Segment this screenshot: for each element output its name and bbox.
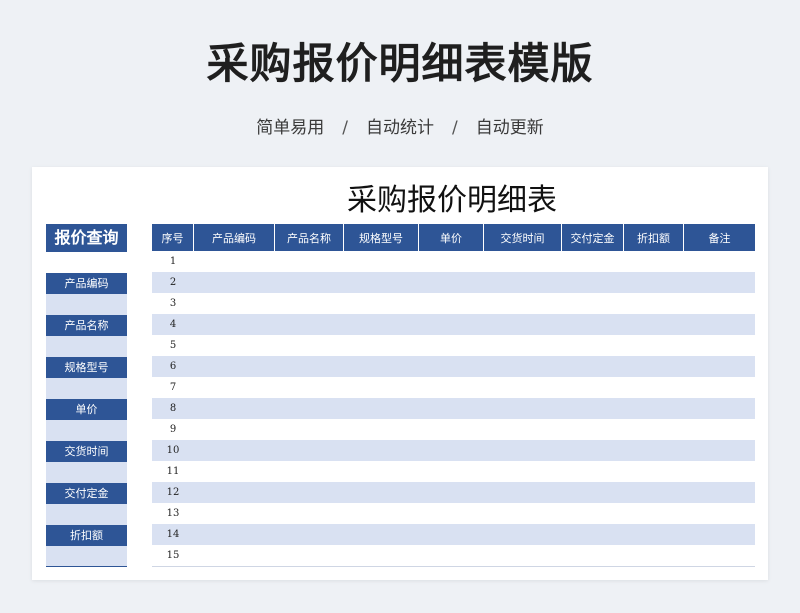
row-seq-number: 2: [169, 277, 177, 288]
subtitle: 简单易用 / 自动统计 / 自动更新: [0, 113, 800, 138]
column-header-remarks[interactable]: 备注: [684, 224, 755, 251]
column-header-discount[interactable]: 折扣额: [624, 224, 684, 251]
row-seq-number: 8: [169, 403, 177, 414]
query-label-delivery-time: 交货时间: [46, 441, 127, 462]
table-row[interactable]: 2: [152, 272, 755, 293]
table-body: 1 2 3 4 5 6 7 8 9 10 11 12 13 14 15: [152, 251, 755, 566]
column-header-deposit[interactable]: 交付定金: [562, 224, 624, 251]
table-row[interactable]: 14: [152, 524, 755, 545]
query-label-product-name: 产品名称: [46, 315, 127, 336]
subtitle-part-2: 自动统计: [366, 118, 434, 138]
column-header-seq[interactable]: 序号: [152, 224, 194, 251]
query-input-unit-price[interactable]: [46, 420, 127, 441]
subtitle-separator: /: [342, 118, 348, 138]
column-header-product-code[interactable]: 产品编码: [194, 224, 275, 251]
row-seq-number: 9: [169, 424, 177, 435]
row-seq-number: 11: [166, 466, 180, 477]
row-seq-number: 7: [169, 382, 177, 393]
column-header-product-name[interactable]: 产品名称: [275, 224, 344, 251]
query-input-discount[interactable]: [46, 546, 127, 567]
query-label-deposit: 交付定金: [46, 483, 127, 504]
table-row[interactable]: 10: [152, 440, 755, 461]
query-input-product-code[interactable]: [46, 294, 127, 315]
sheet-title: 采购报价明细表: [347, 183, 557, 218]
table-row[interactable]: 6: [152, 356, 755, 377]
query-panel: 报价查询 产品编码 产品名称 规格型号 单价 交货时间 交付定金 折扣额: [46, 224, 127, 567]
query-label-unit-price: 单价: [46, 399, 127, 420]
query-input-deposit[interactable]: [46, 504, 127, 525]
column-header-spec-model[interactable]: 规格型号: [344, 224, 419, 251]
row-seq-number: 5: [169, 340, 177, 351]
query-input-delivery-time[interactable]: [46, 462, 127, 483]
table-row[interactable]: 1: [152, 251, 755, 272]
table-header: 序号 产品编码 产品名称 规格型号 单价 交货时间 交付定金 折扣额 备注: [152, 224, 755, 251]
table-bottom-border: [152, 566, 755, 567]
table-row[interactable]: 5: [152, 335, 755, 356]
query-label-discount: 折扣额: [46, 525, 127, 546]
spreadsheet-sheet: 采购报价明细表 报价查询 产品编码 产品名称 规格型号 单价 交货时间 交付定金…: [32, 167, 768, 580]
table-row[interactable]: 9: [152, 419, 755, 440]
subtitle-separator: /: [452, 118, 458, 138]
table-row[interactable]: 15: [152, 545, 755, 566]
quote-table: 序号 产品编码 产品名称 规格型号 单价 交货时间 交付定金 折扣额 备注 12…: [152, 224, 755, 567]
row-seq-number: 6: [169, 361, 177, 372]
row-seq-number: 13: [166, 508, 180, 519]
row-seq-number: 14: [166, 529, 180, 540]
table-row[interactable]: 13: [152, 503, 755, 524]
query-panel-title: 报价查询: [46, 224, 127, 252]
table-row[interactable]: 12: [152, 482, 755, 503]
row-seq-number: 10: [166, 445, 180, 456]
subtitle-part-3: 自动更新: [475, 118, 544, 138]
column-header-delivery-time[interactable]: 交货时间: [484, 224, 562, 251]
column-header-unit-price[interactable]: 单价: [419, 224, 484, 251]
query-label-product-code: 产品编码: [46, 273, 127, 294]
table-row[interactable]: 8: [152, 398, 755, 419]
table-row[interactable]: 3: [152, 293, 755, 314]
table-row[interactable]: 4: [152, 314, 755, 335]
table-row[interactable]: 11: [152, 461, 755, 482]
query-label-spec-model: 规格型号: [46, 357, 127, 378]
row-seq-number: 15: [166, 550, 180, 561]
table-row[interactable]: 7: [152, 377, 755, 398]
page-title: 采购报价明细表模版: [206, 39, 594, 88]
row-seq-number: 4: [169, 319, 177, 330]
row-seq-number: 12: [166, 487, 180, 498]
query-input-product-name[interactable]: [46, 336, 127, 357]
subtitle-part-1: 简单易用: [256, 118, 325, 138]
row-seq-number: 3: [169, 298, 177, 309]
row-seq-number: 1: [169, 256, 177, 267]
query-input-spec-model[interactable]: [46, 378, 127, 399]
